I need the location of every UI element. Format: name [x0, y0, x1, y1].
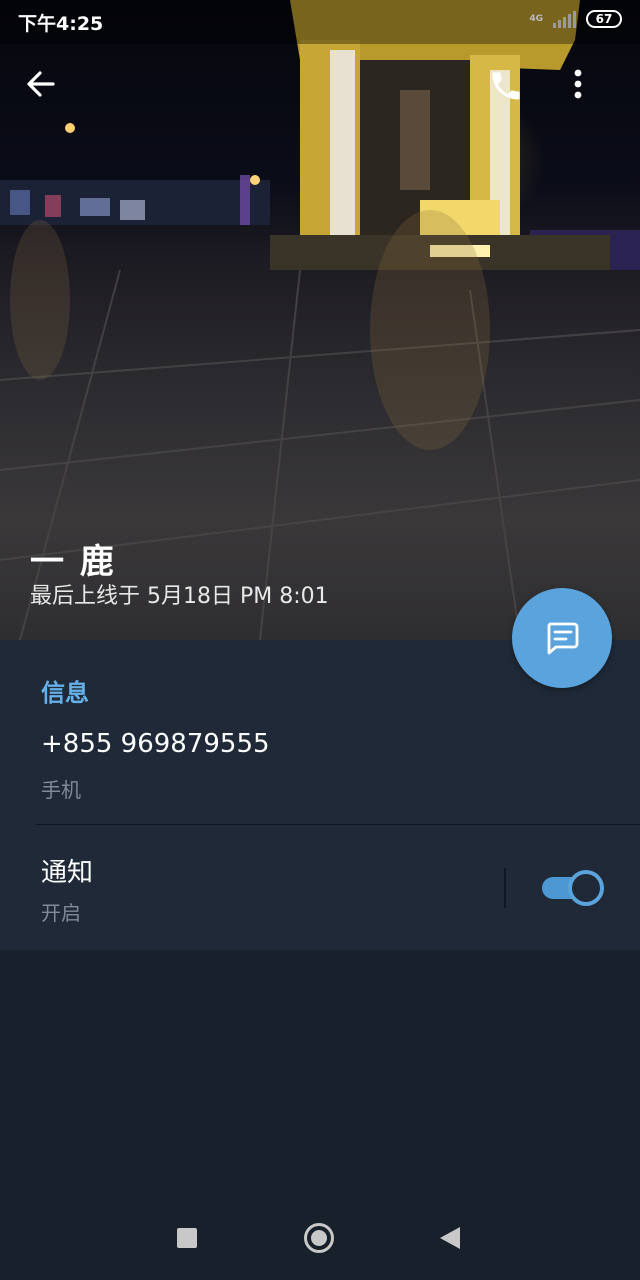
status-bar: 下午4:25 4G 67: [0, 0, 640, 44]
phone-icon: [492, 72, 520, 100]
triangle-back-icon[interactable]: [440, 1227, 460, 1249]
notifications-toggle[interactable]: [542, 870, 604, 906]
status-time: 下午4:25: [18, 13, 104, 35]
network-type: 4G: [529, 13, 543, 24]
message-icon: [547, 622, 579, 655]
divider: [36, 824, 640, 825]
last-seen-status: 最后上线于 5月18日 PM 8:01: [30, 584, 329, 609]
more-options-button[interactable]: [573, 68, 621, 116]
vertical-separator: [504, 868, 506, 908]
more-vertical-icon: [574, 69, 582, 99]
notifications-status: 开启: [41, 901, 81, 925]
navigation-bar: [0, 1196, 640, 1280]
toggle-knob: [568, 870, 604, 906]
section-title-info: 信息: [41, 679, 89, 707]
circle-icon[interactable]: [304, 1223, 334, 1253]
square-icon[interactable]: [177, 1228, 197, 1248]
notifications-title[interactable]: 通知: [41, 852, 93, 889]
send-message-button[interactable]: [512, 588, 612, 688]
arrow-left-icon: [27, 71, 55, 97]
signal-icon: [553, 10, 576, 28]
profile-name: 一 鹿: [30, 542, 116, 582]
phone-number[interactable]: +855 969879555: [41, 729, 270, 759]
call-button[interactable]: [488, 68, 536, 116]
phone-label: 手机: [41, 778, 81, 802]
battery-icon: 67: [586, 10, 622, 28]
back-button[interactable]: [25, 68, 73, 116]
info-section: 信息 +855 969879555 手机 通知 开启: [0, 640, 640, 950]
profile-photo: 下午4:25 4G 67 一 鹿 最后上线于 5月18日 PM 8:01: [0, 0, 640, 640]
